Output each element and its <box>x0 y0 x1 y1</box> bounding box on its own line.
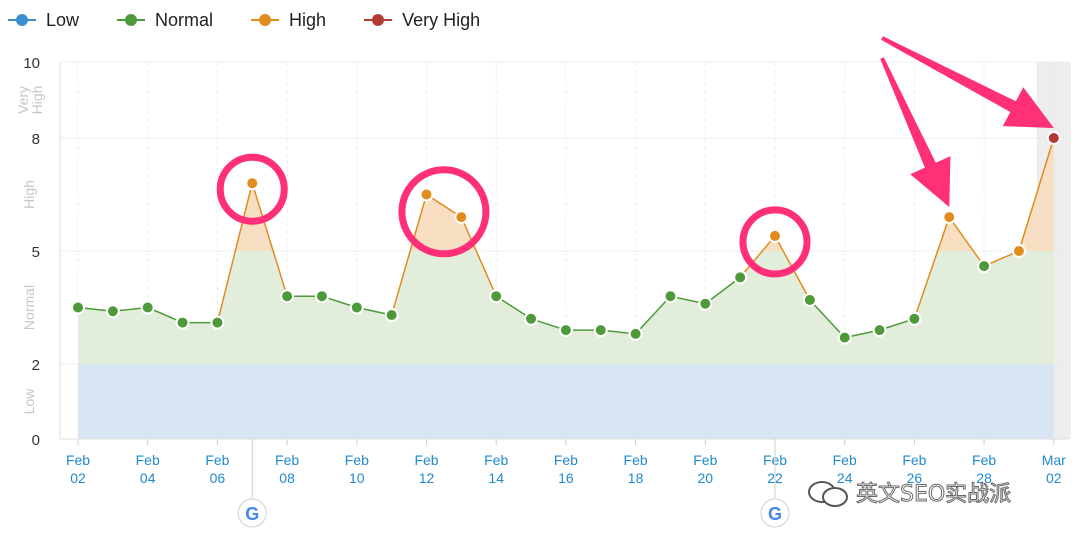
y-band-label: Normal <box>21 285 37 330</box>
x-tick-label-month: Feb <box>693 452 717 468</box>
data-point <box>907 311 922 326</box>
data-point <box>768 228 782 243</box>
y-tick-label: 0 <box>32 432 40 449</box>
data-point <box>245 176 260 191</box>
data-point <box>71 300 85 315</box>
x-tick-label-month: Feb <box>136 452 160 468</box>
y-tick-label: 8 <box>32 131 40 148</box>
data-point <box>1046 131 1061 145</box>
data-point <box>837 330 852 345</box>
data-point <box>663 289 678 304</box>
data-point <box>384 308 399 323</box>
data-point <box>698 296 713 311</box>
x-tick-label-day: 12 <box>419 470 435 486</box>
x-tick-label-day: 02 <box>1046 470 1062 486</box>
wechat-icon <box>808 477 848 507</box>
google-icon: G <box>245 504 259 524</box>
data-point <box>942 210 957 225</box>
x-tick-label-day: 16 <box>558 470 574 486</box>
data-point <box>175 315 190 330</box>
data-point <box>210 315 225 330</box>
x-tick-label-day: 18 <box>628 470 644 486</box>
x-tick-label-day: 10 <box>349 470 365 486</box>
data-point <box>314 289 329 304</box>
data-point <box>105 304 120 319</box>
x-tick-label-month: Feb <box>275 452 299 468</box>
x-tick-label-month: Feb <box>66 452 90 468</box>
annotation-arrow <box>880 57 951 208</box>
data-point <box>524 311 539 326</box>
data-point <box>140 300 155 315</box>
data-point <box>558 323 573 338</box>
volatility-line-chart: 025810VeryHighHighNormalLowFeb02Feb04Feb… <box>15 36 1071 528</box>
x-tick-label-month: Feb <box>205 452 229 468</box>
x-tick-label-month: Feb <box>972 452 996 468</box>
data-point <box>349 300 364 315</box>
data-point <box>593 323 608 338</box>
x-tick-label-day: 04 <box>140 470 156 486</box>
x-tick-label-day: 02 <box>70 470 86 486</box>
data-point <box>1011 244 1026 258</box>
google-icon: G <box>768 504 782 524</box>
y-tick-label: 10 <box>23 55 40 72</box>
y-band-label: High <box>21 180 37 209</box>
data-point <box>733 270 748 285</box>
y-band-label: VeryHigh <box>15 86 45 115</box>
x-tick-label-month: Feb <box>902 452 926 468</box>
x-tick-label-day: 20 <box>698 470 714 486</box>
x-tick-label-month: Feb <box>554 452 578 468</box>
x-tick-label-month: Feb <box>624 452 648 468</box>
data-point <box>280 289 295 304</box>
data-point <box>628 326 643 341</box>
data-point <box>454 210 469 225</box>
x-tick-label-month: Feb <box>414 452 438 468</box>
x-tick-label-month: Feb <box>345 452 369 468</box>
y-band-label: Low <box>21 388 37 415</box>
x-tick-label-day: 14 <box>488 470 504 486</box>
data-point <box>489 289 504 304</box>
y-tick-label: 2 <box>32 357 40 374</box>
x-tick-label-month: Feb <box>833 452 857 468</box>
data-point <box>977 259 992 274</box>
data-point <box>872 323 887 338</box>
x-tick-label-day: 06 <box>210 470 226 486</box>
x-tick-label-day: 08 <box>279 470 295 486</box>
data-point <box>419 187 434 202</box>
low-band <box>78 364 1054 439</box>
watermark: 英文SEO实战派 <box>808 476 1012 508</box>
watermark-text: 英文SEO实战派 <box>855 482 1012 508</box>
x-tick-label-month: Mar <box>1042 452 1066 468</box>
data-point <box>802 292 817 307</box>
x-tick-label-month: Feb <box>484 452 508 468</box>
y-tick-label: 5 <box>32 244 40 261</box>
